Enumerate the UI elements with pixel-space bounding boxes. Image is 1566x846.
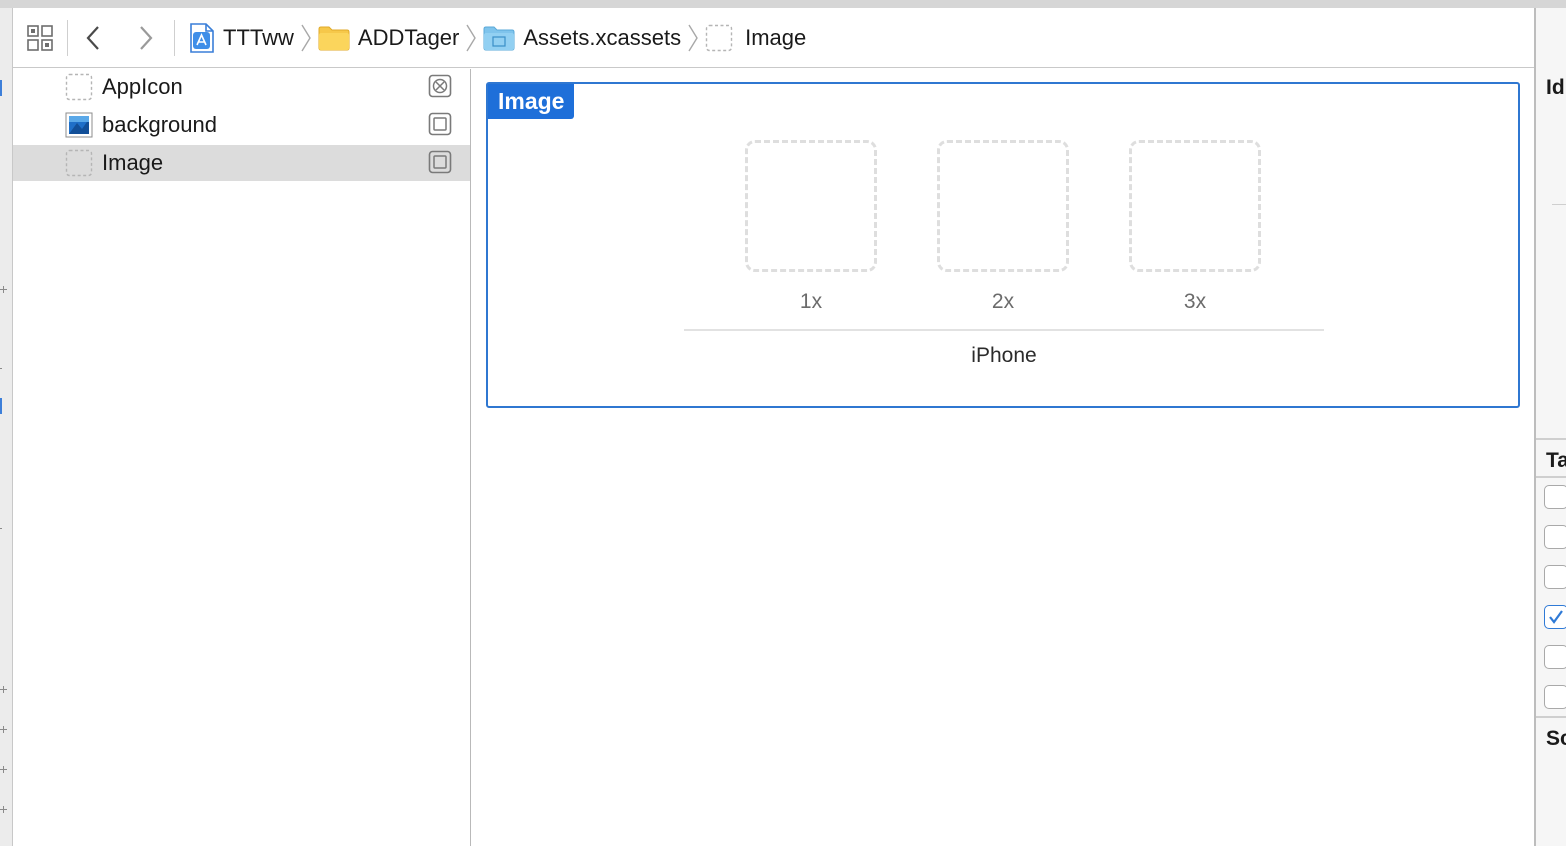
checkmark-icon — [1549, 610, 1563, 624]
back-button[interactable] — [68, 18, 118, 58]
image-well-1x[interactable] — [745, 140, 877, 272]
jump-bar: TTTww ADDTager Assets.xcassets Image — [13, 8, 1534, 68]
square-icon — [428, 150, 452, 174]
square-icon — [428, 112, 452, 136]
chevron-right-icon — [140, 25, 153, 50]
target-checkbox[interactable] — [1544, 485, 1566, 509]
inspector-pane: Id Ta Sc — [1534, 8, 1566, 846]
chevron-right-icon — [300, 23, 312, 53]
breadcrumb-group[interactable]: ADDTager — [318, 18, 483, 58]
gutter-indicator — [0, 80, 2, 96]
breadcrumb-image-set[interactable]: Image — [705, 18, 806, 58]
target-checkbox[interactable] — [1544, 645, 1566, 669]
inspector-divider — [1536, 438, 1566, 440]
gutter-tick — [3, 726, 4, 733]
folder-icon — [318, 25, 350, 51]
target-checkbox[interactable] — [1544, 525, 1566, 549]
inspector-divider — [1536, 716, 1566, 718]
gutter-tick — [0, 368, 2, 369]
warning-x-icon — [428, 74, 452, 98]
breadcrumb-label: Image — [745, 24, 807, 50]
breadcrumb-label: TTTww — [223, 24, 294, 50]
chevron-right-icon — [687, 23, 699, 53]
inspector-section-target: Ta — [1546, 449, 1566, 472]
gutter-tick — [0, 528, 2, 529]
inspector-divider — [1536, 476, 1566, 478]
list-item-label: AppIcon — [102, 74, 183, 99]
grid-icon — [27, 24, 53, 51]
asset-outline: AppIcon background Image — [13, 69, 471, 846]
breadcrumb-label: Assets.xcassets — [523, 24, 682, 50]
list-item-appicon[interactable]: AppIcon — [13, 69, 470, 105]
list-item-background[interactable]: background — [13, 107, 470, 143]
idiom-label: iPhone — [971, 344, 1037, 367]
related-items-button[interactable] — [13, 18, 67, 58]
app-icon-set-icon — [65, 73, 93, 101]
image-set-panel[interactable]: Image 1x 2x 3x iPhone — [486, 82, 1520, 408]
gutter-indicator — [0, 398, 2, 414]
target-checkbox[interactable] — [1544, 605, 1566, 629]
scale-label-3x: 3x — [1183, 290, 1207, 313]
idiom-divider — [684, 329, 1324, 331]
inspector-section-source: Sc — [1546, 727, 1566, 750]
chevron-left-icon — [86, 25, 99, 50]
image-set-icon — [65, 149, 93, 177]
inspector-divider — [1552, 204, 1566, 205]
asset-editor: Image 1x 2x 3x iPhone — [472, 69, 1534, 846]
image-set-icon — [705, 24, 733, 52]
image-well-3x[interactable] — [1129, 140, 1261, 272]
window-top-strip — [0, 0, 1566, 8]
jump-bar-separator — [174, 19, 175, 56]
list-item-image[interactable]: Image — [13, 145, 470, 181]
scale-label-1x: 1x — [799, 290, 823, 313]
image-set-name-tag[interactable]: Image — [488, 84, 575, 119]
target-checkbox[interactable] — [1544, 685, 1566, 709]
image-well-2x[interactable] — [937, 140, 1069, 272]
gutter-tick — [3, 766, 4, 773]
image-thumbnail-icon — [65, 112, 93, 138]
breadcrumb-asset-catalog[interactable]: Assets.xcassets — [483, 18, 705, 58]
list-item-label: background — [102, 112, 217, 137]
scale-label-2x: 2x — [991, 290, 1015, 313]
chevron-right-icon — [465, 23, 477, 53]
asset-catalog-folder-icon — [483, 25, 515, 51]
forward-button[interactable] — [118, 18, 174, 58]
inspector-section-identity: Id — [1546, 76, 1565, 99]
breadcrumb-label: ADDTager — [357, 24, 460, 50]
navigator-gutter — [0, 8, 13, 846]
target-checkbox[interactable] — [1544, 565, 1566, 589]
breadcrumb-project[interactable]: TTTww — [189, 18, 318, 58]
xcode-project-icon — [189, 22, 215, 53]
list-item-label: Image — [102, 150, 164, 175]
gutter-tick — [3, 806, 4, 813]
gutter-tick — [3, 286, 4, 293]
gutter-tick — [3, 686, 4, 693]
